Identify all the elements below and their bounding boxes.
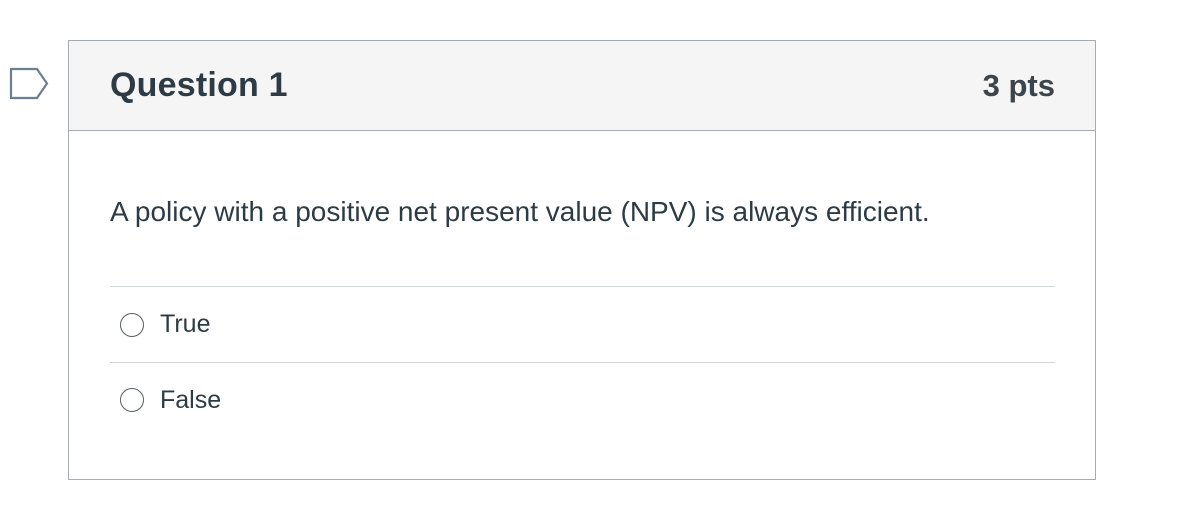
question-text: A policy with a positive net present val… (110, 131, 1055, 287)
question-card: Question 1 3 pts A policy with a positiv… (68, 40, 1096, 480)
flag-question-icon[interactable] (9, 67, 49, 100)
answer-label: True (160, 310, 211, 338)
question-title: Question 1 (110, 66, 288, 104)
question-body: A policy with a positive net present val… (69, 131, 1095, 437)
radio-unchecked-icon[interactable] (120, 388, 144, 412)
answer-option-false[interactable]: False (110, 362, 1055, 437)
question-points: 3 pts (982, 67, 1055, 103)
answer-label: False (160, 385, 222, 414)
radio-unchecked-icon[interactable] (120, 312, 144, 337)
answer-option-true[interactable]: True (110, 287, 1055, 362)
question-header: Question 1 3 pts (69, 41, 1095, 131)
